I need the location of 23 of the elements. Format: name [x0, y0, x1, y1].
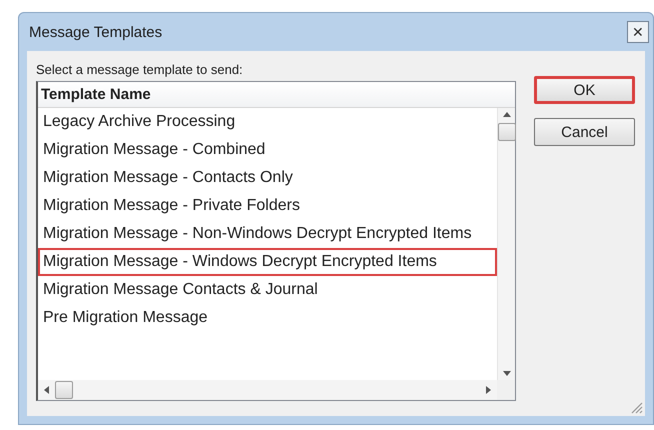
scroll-thumb[interactable] — [55, 381, 73, 399]
scroll-down-icon[interactable] — [502, 371, 510, 376]
template-row[interactable]: Legacy Archive Processing — [38, 108, 497, 136]
scroll-thumb[interactable] — [498, 123, 516, 141]
template-row[interactable]: Migration Message - Non-Windows Decrypt Encrypted Items — [38, 220, 497, 248]
ok-button[interactable]: OK — [534, 76, 635, 104]
scrollbar-corner — [497, 380, 515, 400]
cancel-button[interactable]: Cancel — [534, 118, 635, 146]
template-row[interactable]: Migration Message - Windows Decrypt Encrypted Items — [38, 248, 497, 276]
template-row[interactable]: Migration Message Contacts & Journal — [38, 276, 497, 304]
template-row[interactable]: Pre Migration Message — [38, 304, 497, 332]
scroll-left-icon[interactable] — [44, 386, 49, 394]
template-row[interactable]: Migration Message - Contacts Only — [38, 164, 497, 192]
window-title: Message Templates — [29, 24, 162, 40]
template-row[interactable]: Migration Message - Private Folders — [38, 192, 497, 220]
horizontal-scrollbar[interactable] — [38, 380, 497, 400]
prompt-label: Select a message template to send: — [36, 62, 244, 77]
scroll-up-icon[interactable] — [502, 112, 510, 117]
vertical-scrollbar[interactable] — [497, 108, 515, 380]
close-button[interactable]: ✕ — [627, 21, 649, 43]
template-row[interactable]: Migration Message - Combined — [38, 136, 497, 164]
scroll-right-icon[interactable] — [486, 386, 491, 394]
resize-grip-icon[interactable] — [631, 402, 643, 414]
